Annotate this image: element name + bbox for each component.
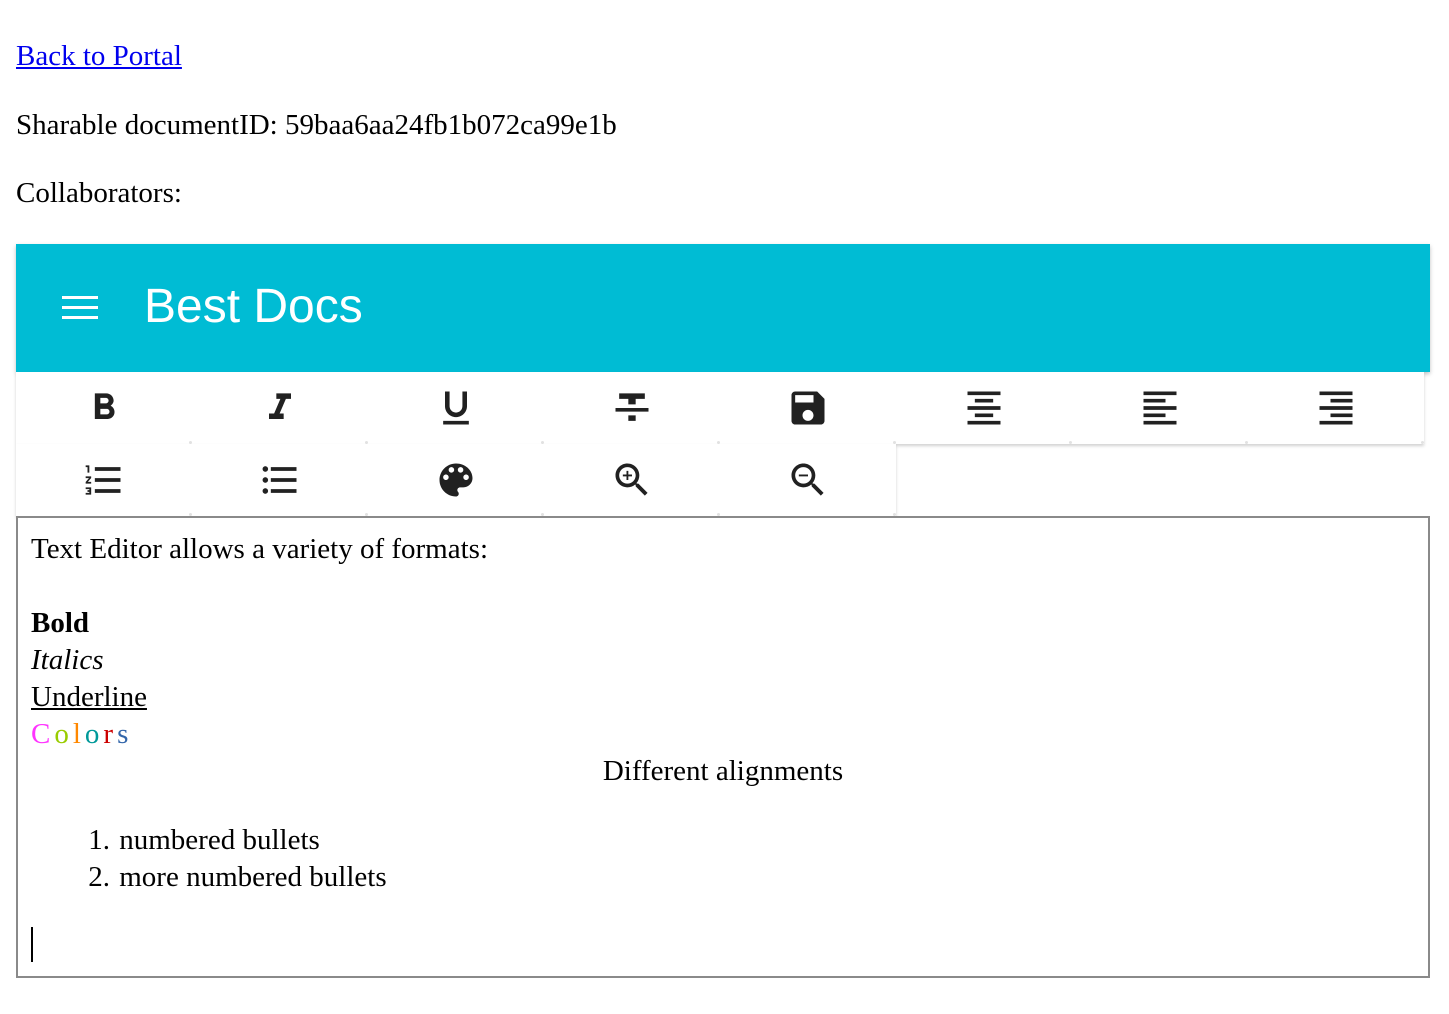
zoom-out-icon [791,463,824,496]
underline-button[interactable] [368,372,544,444]
document-id-label: Sharable documentID: [16,109,278,141]
list-item-text: numbered bullets [119,824,320,856]
bold-button[interactable] [16,372,192,444]
text-caret [31,927,33,962]
text-editor[interactable]: Text Editor allows a variety of formats:… [16,516,1430,978]
color-letter: l [72,718,81,750]
menu-button[interactable] [52,284,108,332]
palette-icon [439,463,473,497]
color-letter: C [31,718,51,750]
align-right-button[interactable] [1248,372,1424,444]
color-palette-button[interactable] [368,444,544,516]
bulleted-list-icon [262,466,297,494]
editor-underline-text: Underline [31,681,147,713]
color-letter: o [84,718,100,750]
app-title: Best Docs [144,280,363,333]
document-id-line: Sharable documentID: 59baa6aa24fb1b072ca… [16,107,617,143]
align-left-button[interactable] [1072,372,1248,444]
document-id-value: 59baa6aa24fb1b072ca99e1b [284,109,617,141]
strikethrough-button[interactable] [544,372,720,444]
editor-intro-text: Text Editor allows a variety of formats: [31,533,489,565]
color-letter: o [54,718,69,750]
save-icon [791,391,825,425]
editor-centered-text: Different alignments [602,755,844,787]
underline-icon [443,391,469,425]
numbered-list-icon [85,465,121,495]
save-button[interactable] [720,372,896,444]
italic-button[interactable] [192,372,368,444]
app-bar: Best Docs [16,244,1430,372]
bulleted-list-button[interactable] [192,444,368,516]
editor-bold-text: Bold [31,607,90,639]
list-item-text: more numbered bullets [119,861,387,893]
align-center-button[interactable] [896,372,1072,444]
zoom-in-button[interactable] [544,444,720,516]
color-letter: s [117,718,129,750]
editor-numbered-list: 1. numbered bullets 2. more numbered bul… [78,822,387,896]
editor-colors-text: Colors [31,716,132,753]
italic-icon [269,393,291,419]
toolbar-row-2 [16,444,896,516]
zoom-out-button[interactable] [720,444,896,516]
numbered-list-button[interactable] [16,444,192,516]
list-item: 2. more numbered bullets [78,859,387,896]
color-letter: r [103,718,114,750]
list-number: 1. [88,824,110,856]
list-number: 2. [88,861,110,893]
align-center-icon [967,391,1001,425]
editor-italic-text: Italics [31,644,104,676]
strikethrough-icon [615,393,649,421]
list-item: 1. numbered bullets [78,822,387,859]
collaborators-label: Collaborators: [16,177,182,209]
bold-icon [94,393,115,419]
back-to-portal-link[interactable]: Back to Portal [16,38,182,74]
align-left-icon [1143,391,1177,425]
menu-icon [62,296,98,319]
align-right-icon [1319,391,1353,425]
zoom-in-icon [615,463,648,496]
toolbar-row-1 [16,372,1424,444]
